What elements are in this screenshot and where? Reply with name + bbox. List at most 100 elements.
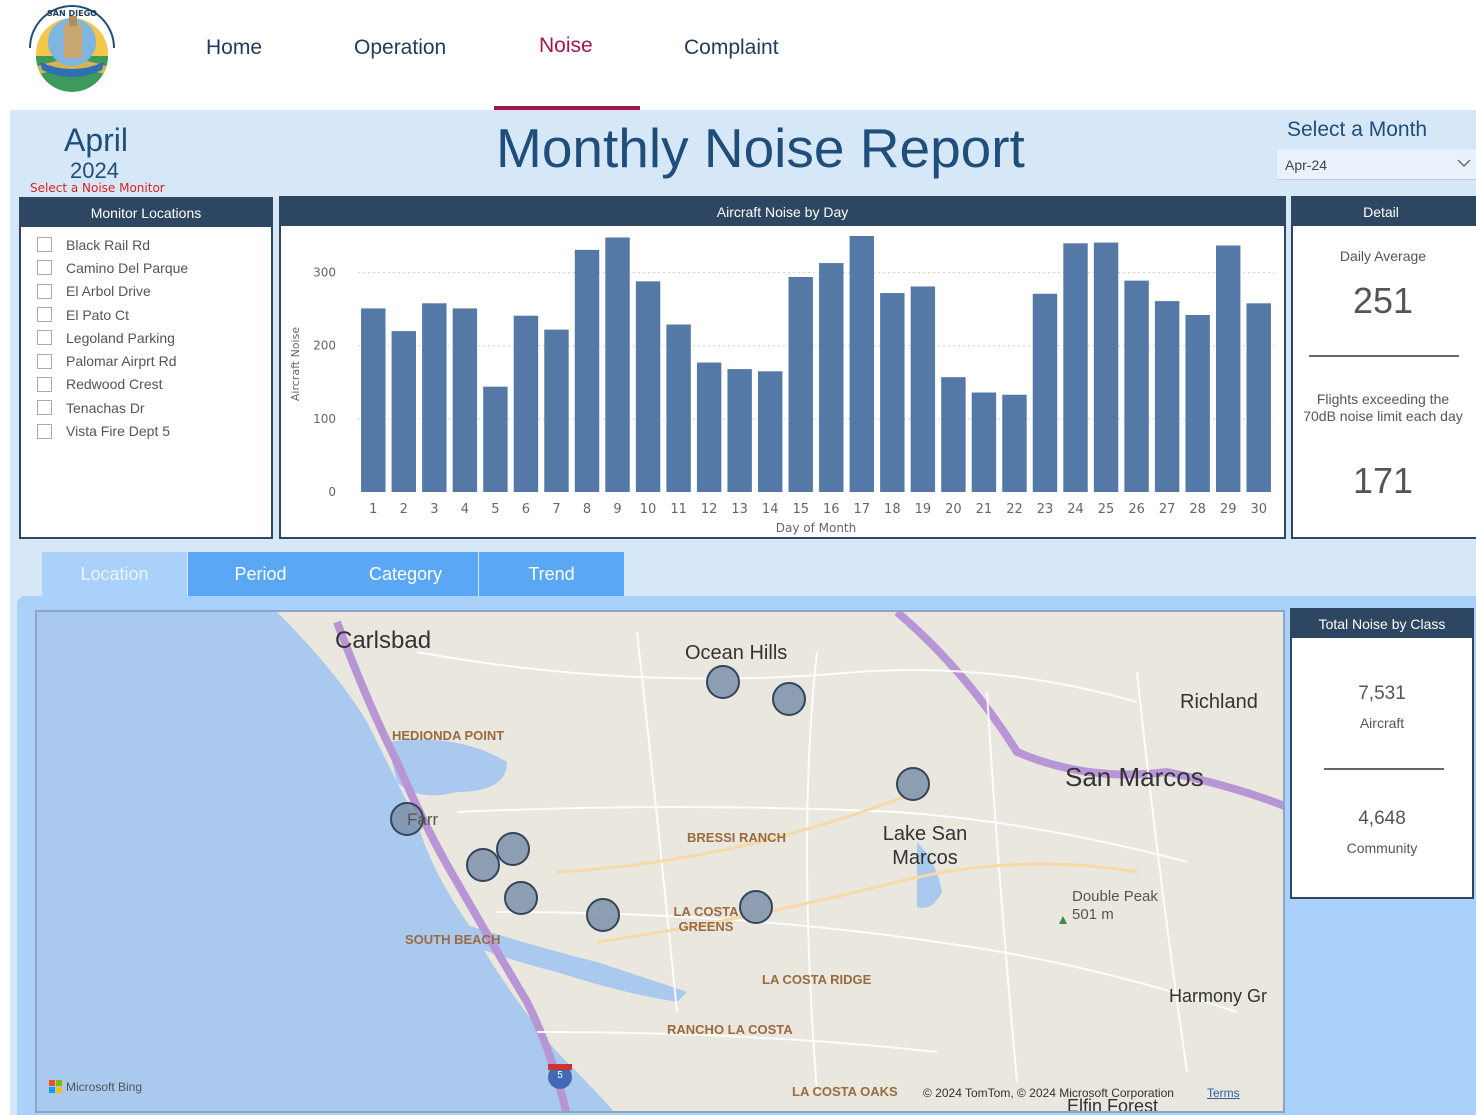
x-tick-label: 1 [369, 502, 377, 517]
x-tick-label: 25 [1098, 502, 1115, 517]
bar[interactable] [1002, 394, 1027, 492]
x-tick-label: 21 [976, 502, 993, 517]
bar[interactable] [666, 324, 691, 492]
map-terms-link[interactable]: Terms [1207, 1086, 1240, 1100]
monitor-checkbox[interactable] [37, 260, 52, 276]
monitor-item[interactable]: Palomar Airprt Rd [37, 349, 188, 372]
monitor-label: Vista Fire Dept 5 [66, 423, 171, 440]
y-tick-label: 100 [313, 412, 336, 426]
bar[interactable] [1032, 293, 1058, 492]
monitor-item[interactable]: Camino Del Parque [37, 256, 188, 279]
monitor-item[interactable]: Black Rail Rd [37, 233, 188, 256]
monitor-locations-title: Monitor Locations [21, 199, 271, 227]
map-label-south-beach: SOUTH BEACH [405, 932, 501, 947]
monitor-map[interactable]: Carlsbad Ocean Hills Richland HEDIONDA P… [35, 610, 1285, 1113]
monitor-item[interactable]: Legoland Parking [37, 326, 188, 349]
monitor-checkbox[interactable] [37, 237, 52, 253]
monitor-item[interactable]: El Pato Ct [37, 303, 188, 326]
aircraft-noise-label: Aircraft [1359, 715, 1405, 731]
monitor-label: El Pato Ct [66, 306, 130, 323]
map-label-double-peak-elev: 501 m [1072, 906, 1114, 923]
monitor-item[interactable]: Tenachas Dr [37, 396, 188, 419]
bar[interactable] [361, 308, 386, 492]
page-title: Monthly Noise Report [496, 117, 1025, 179]
tab-category[interactable]: Category [333, 552, 478, 596]
bar[interactable] [1063, 243, 1088, 492]
bar[interactable] [391, 331, 417, 492]
bar[interactable] [819, 263, 844, 492]
noise-by-class-card: Total Noise by Class 7,531 Aircraft 4,64… [1290, 608, 1474, 899]
bar[interactable] [757, 371, 783, 492]
bar[interactable] [1124, 280, 1149, 492]
bar[interactable] [635, 281, 661, 492]
highway-shield-label: 5 [557, 1070, 563, 1081]
map-copyright: © 2024 TomTom, © 2024 Microsoft Corporat… [923, 1086, 1174, 1100]
x-tick-label: 24 [1067, 502, 1084, 517]
monitor-label: Camino Del Parque [66, 259, 189, 276]
aircraft-noise-value: 7,531 [1358, 683, 1406, 704]
bar[interactable] [971, 392, 997, 492]
month-select[interactable]: Apr-24 [1277, 149, 1476, 180]
bar[interactable] [483, 386, 508, 492]
bar[interactable] [1154, 301, 1180, 492]
monitor-label: Black Rail Rd [66, 236, 151, 253]
y-tick-label: 0 [328, 485, 336, 499]
x-tick-label: 8 [583, 502, 591, 517]
nav-home[interactable]: Home [206, 36, 262, 60]
monitor-checkbox[interactable] [37, 353, 52, 369]
detail-card: Detail Daily Average 251 Flights exceedi… [1291, 196, 1476, 539]
x-tick-label: 19 [915, 502, 932, 517]
monitor-checkbox[interactable] [37, 283, 52, 299]
bing-logo: Microsoft Bing [49, 1080, 142, 1094]
x-tick-label: 17 [854, 502, 871, 517]
bar[interactable] [422, 303, 447, 492]
x-tick-label: 22 [1006, 502, 1023, 517]
monitor-item[interactable]: Vista Fire Dept 5 [37, 419, 188, 442]
monitor-checkbox[interactable] [37, 330, 52, 346]
x-tick-label: 11 [670, 502, 687, 517]
x-tick-label: 6 [522, 502, 530, 517]
detail-divider [1309, 355, 1459, 357]
bar[interactable] [941, 377, 966, 492]
nav-operation[interactable]: Operation [354, 36, 446, 60]
nav-noise[interactable]: Noise [539, 34, 593, 58]
monitor-locations-card: Monitor Locations Black Rail Rd Camino De… [19, 197, 273, 539]
bar[interactable] [1185, 314, 1210, 492]
bar[interactable] [727, 369, 752, 492]
bar[interactable] [880, 293, 905, 492]
detail-title: Detail [1293, 198, 1476, 226]
bar[interactable] [574, 249, 600, 492]
x-tick-label: 23 [1037, 502, 1054, 517]
monitor-checkbox[interactable] [37, 423, 52, 439]
top-nav: SAN DIEGO Home Operation Noise Complaint [0, 0, 1476, 110]
tab-location[interactable]: Location [42, 552, 187, 596]
tab-period[interactable]: Period [188, 552, 333, 596]
y-axis-label: Aircraft Noise [289, 327, 302, 401]
tab-trend[interactable]: Trend [479, 552, 624, 596]
bar[interactable] [452, 308, 478, 492]
bar[interactable] [605, 237, 630, 492]
nav-complaint[interactable]: Complaint [684, 36, 779, 60]
aircraft-noise-chart: 01002003001 2 3 4 5 6 7 8 9 10 11 12 13 14 15 16 17 18 19 2… [289, 236, 1274, 535]
monitor-checkbox[interactable] [37, 307, 52, 323]
microsoft-logo-icon [49, 1080, 62, 1093]
monitor-item[interactable]: El Arbol Drive [37, 280, 188, 303]
bar[interactable] [513, 315, 539, 492]
x-tick-label: 29 [1220, 502, 1237, 517]
map-base [37, 612, 1283, 1111]
report-page: SAN DIEGO Home Operation Noise Complaint… [0, 0, 1476, 1115]
map-label-la-costa-ridge: LA COSTA RIDGE [762, 972, 872, 987]
map-label-lake-san-marcos: Lake San Marcos [882, 823, 968, 869]
bar[interactable] [544, 329, 569, 492]
bar[interactable] [1246, 303, 1271, 492]
bar[interactable] [1093, 242, 1119, 492]
bar[interactable] [910, 286, 936, 492]
monitor-checkbox[interactable] [37, 376, 52, 392]
monitor-item[interactable]: Redwood Crest [37, 373, 188, 396]
monitor-checkbox[interactable] [37, 400, 52, 416]
bar[interactable] [849, 236, 875, 492]
x-tick-label: 15 [792, 502, 809, 517]
bar[interactable] [696, 362, 722, 492]
bar[interactable] [1215, 245, 1241, 492]
bar[interactable] [788, 276, 813, 492]
